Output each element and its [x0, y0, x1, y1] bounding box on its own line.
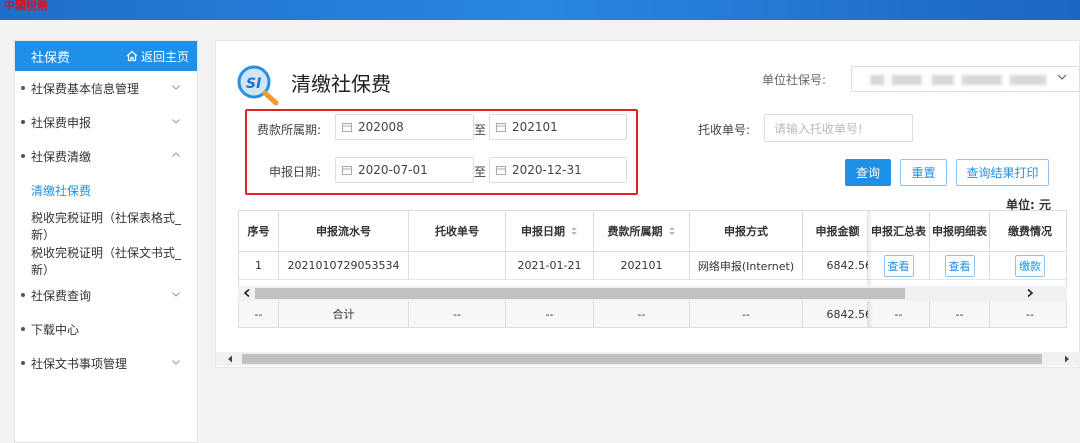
view-detail-button[interactable]: 查看 [944, 254, 975, 277]
col-header-label: 费款所属期 [607, 224, 663, 238]
table-cell: 查看 [868, 252, 930, 280]
sidebar-item-clearance[interactable]: 社保费清缴 [15, 139, 197, 173]
chevron-down-icon [172, 85, 180, 90]
sidebar-item-label: 社保费清缴 [31, 149, 92, 164]
home-icon [126, 50, 138, 62]
col-header-detail: 申报明细表 [930, 211, 990, 252]
svg-text:SI: SI [246, 76, 261, 92]
query-button[interactable]: 查询 [845, 159, 891, 186]
sidebar-item-download[interactable]: 下载中心 [15, 312, 197, 346]
logo: 中國稅務 [4, 0, 48, 12]
view-summary-button[interactable]: 查看 [883, 254, 914, 277]
footer-cell: -- [690, 299, 803, 327]
unit-social-no-select[interactable] [851, 66, 1080, 92]
table-cell: 1 [239, 252, 279, 280]
sort-icon [571, 227, 577, 235]
footer-cell: -- [930, 299, 990, 327]
sidebar-item-query[interactable]: 社保费查询 [15, 278, 197, 312]
redacted-value [892, 75, 922, 85]
col-header-declare-method: 申报方式 [690, 211, 803, 252]
footer-cell: -- [506, 299, 594, 327]
sidebar-subitem-tax-cert-table[interactable]: 税收完税证明（社保表格式_新） [15, 208, 197, 243]
scroll-right-icon[interactable] [1025, 288, 1035, 298]
redacted-value [932, 75, 954, 85]
footer-cell: -- [594, 299, 690, 327]
footer-cell: -- [990, 299, 1066, 327]
bullet-icon [21, 361, 25, 365]
top-banner: 中國稅務 [0, 0, 1080, 20]
print-results-button[interactable]: 查询结果打印 [956, 159, 1049, 186]
results-table: 序号 申报流水号 托收单号 申报日期 费款所属期 申报方式 申报金额 申报汇总表… [238, 210, 1067, 328]
highlight-box [245, 109, 638, 195]
col-header-declare-date[interactable]: 申报日期 [506, 211, 594, 252]
redacted-value [962, 75, 1002, 85]
sort-icon [668, 227, 675, 235]
sidebar: 社保费 返回主页 社保费基本信息管理 社保费申报 社保费清缴 清缴社保费 税收完… [14, 40, 198, 443]
si-search-icon: SI [237, 65, 279, 106]
reset-button[interactable]: 重置 [900, 159, 947, 186]
bullet-icon [21, 86, 25, 90]
footer-cell: 合计 [279, 299, 409, 327]
bullet-icon [21, 120, 25, 124]
col-header-payment: 缴费情况 [990, 211, 1066, 252]
redacted-value [870, 75, 884, 85]
scroll-left-icon[interactable] [242, 288, 252, 298]
scroll-left-icon[interactable] [225, 354, 235, 364]
fixed-column-shadow [867, 211, 873, 327]
chevron-down-icon [1057, 74, 1067, 80]
page-title: 清缴社保费 [291, 72, 391, 96]
table-cell [409, 252, 506, 280]
home-link-label: 返回主页 [140, 49, 189, 64]
col-header-label: 申报日期 [521, 224, 565, 238]
redacted-value [1010, 75, 1046, 85]
table-cell: 缴款 [990, 252, 1066, 280]
bullet-icon [21, 327, 25, 331]
table-cell: 2021-01-21 [506, 252, 594, 280]
chevron-up-icon [172, 152, 180, 157]
sidebar-item-label: 下载中心 [31, 322, 80, 337]
collection-no-placeholder: 请输入托收单号! [774, 121, 863, 136]
sidebar-header: 社保费 返回主页 [15, 41, 197, 71]
sidebar-item-documents[interactable]: 社保文书事项管理 [15, 346, 197, 380]
col-header-fee-period[interactable]: 费款所属期 [594, 211, 690, 252]
scrollbar-thumb[interactable] [255, 288, 905, 299]
table-cell: 2021010729053534 [279, 252, 409, 280]
chevron-down-icon [172, 119, 180, 124]
sidebar-item-label: 社保费申报 [31, 115, 92, 130]
sidebar-item-label: 社保费查询 [31, 288, 92, 303]
home-link[interactable]: 返回主页 [126, 48, 189, 65]
col-header-amount: 申报金额 [803, 211, 873, 252]
pay-button[interactable]: 缴款 [1015, 254, 1045, 277]
sidebar-subitem-tax-cert-doc[interactable]: 税收完税证明（社保文书式_新） [15, 243, 197, 278]
chevron-down-icon [172, 360, 180, 365]
sidebar-title: 社保费 [31, 50, 71, 66]
sidebar-subitem-clear-fee[interactable]: 清缴社保费 [15, 173, 197, 208]
sidebar-item-label: 社保文书事项管理 [31, 356, 128, 371]
scrollbar-thumb[interactable] [242, 354, 1042, 364]
unit-social-no-label: 单位社保号: [762, 73, 827, 87]
page-horizontal-scrollbar[interactable] [216, 352, 1080, 366]
table-cell: 6842.56 [803, 252, 873, 280]
footer-cell: -- [239, 299, 279, 327]
col-header-collection-no: 托收单号 [409, 211, 506, 252]
sidebar-item-declare[interactable]: 社保费申报 [15, 105, 197, 139]
chevron-down-icon [172, 292, 180, 297]
sidebar-item-basic-info[interactable]: 社保费基本信息管理 [15, 71, 197, 105]
table-cell: 查看 [930, 252, 990, 280]
col-header-serial: 申报流水号 [279, 211, 409, 252]
footer-cell: 6842.56 [803, 299, 873, 327]
col-header-summary: 申报汇总表 [868, 211, 930, 252]
collection-no-label: 托收单号: [698, 123, 751, 137]
table-cell: 202101 [594, 252, 690, 280]
table-cell: 网络申报(Internet) [690, 252, 803, 280]
bullet-icon [21, 293, 25, 297]
bullet-icon [21, 154, 25, 158]
footer-cell: -- [868, 299, 930, 327]
collection-no-input[interactable]: 请输入托收单号! [764, 114, 913, 142]
scroll-right-icon[interactable] [1062, 354, 1072, 364]
col-header-index: 序号 [239, 211, 279, 252]
sidebar-item-label: 社保费基本信息管理 [31, 81, 140, 96]
table-horizontal-scrollbar[interactable] [238, 286, 1067, 301]
footer-cell: -- [409, 299, 506, 327]
